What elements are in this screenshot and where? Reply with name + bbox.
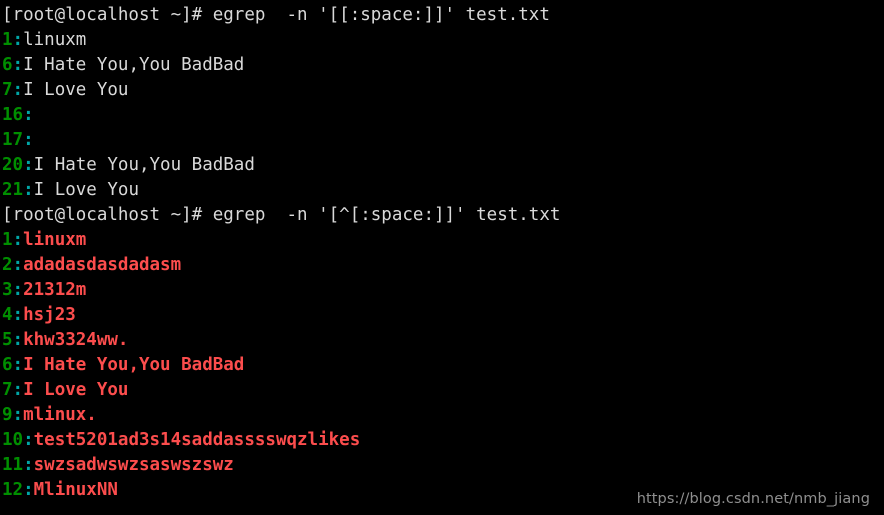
line-separator: : [23,105,34,125]
command-text: egrep -n '[^[:space:]]' test.txt [202,205,561,225]
output-row: 5:khw3324ww. [2,328,884,353]
line-separator: : [12,230,24,250]
output-row: 6:I Hate You,You BadBad [2,53,884,78]
shell-prompt: [root@localhost ~]# [2,205,203,225]
output-row: 2:adadasdasdadasm [2,253,884,278]
output-text: I Hate You,You BadBad [23,55,245,75]
line-number: 10 [2,430,24,450]
command-line: [root@localhost ~]# egrep -n '[^[:space:… [2,203,884,228]
line-number: 21 [2,180,24,200]
watermark-text: https://blog.csdn.net/nmb_jiang [636,491,870,507]
output-row: 20:I Hate You,You BadBad [2,153,884,178]
output-row: 9:mlinux. [2,403,884,428]
output-text-match: I Love You [23,380,129,400]
line-separator: : [12,330,24,350]
line-number: 20 [2,155,24,175]
line-separator: : [12,255,24,275]
line-separator: : [23,130,34,150]
output-text: I Hate You,You BadBad [33,155,255,175]
line-number: 4 [2,305,13,325]
output-row: 16: [2,103,884,128]
output-row: 6:I Hate You,You BadBad [2,353,884,378]
command-text: egrep -n '[[:space:]]' test.txt [202,5,550,25]
line-separator: : [12,305,24,325]
line-separator: : [12,30,24,50]
line-separator: : [12,405,24,425]
line-number: 16 [2,105,24,125]
output-text-match: hsj23 [23,305,76,325]
line-number: 2 [2,255,13,275]
output-row: 10:test5201ad3s14saddasssswqzlikes [2,428,884,453]
line-separator: : [23,455,34,475]
line-number: 12 [2,480,24,500]
output-row: 4:hsj23 [2,303,884,328]
output-row: 1:linuxm [2,228,884,253]
output-text-match: adadasdasdadasm [23,255,182,275]
output-row: 17: [2,128,884,153]
output-row: 1:linuxm [2,28,884,53]
line-separator: : [23,180,34,200]
line-number: 11 [2,455,24,475]
line-separator: : [12,355,24,375]
line-number: 9 [2,405,13,425]
output-text-match: test5201ad3s14saddasssswqzlikes [33,430,361,450]
line-separator: : [23,430,34,450]
line-separator: : [23,155,34,175]
line-separator: : [12,55,24,75]
output-row: 7:I Love You [2,378,884,403]
output-row: 21:I Love You [2,178,884,203]
output-text-match: linuxm [23,230,87,250]
output-text-match: I Hate You,You BadBad [23,355,245,375]
output-row: 3:21312m [2,278,884,303]
line-number: 1 [2,230,13,250]
output-text: I Love You [23,80,129,100]
output-text-match: 21312m [23,280,87,300]
output-row: 11:swzsadwswzsaswszswz [2,453,884,478]
output-text-match: mlinux. [23,405,97,425]
output-text-match: MlinuxNN [33,480,118,500]
line-number: 7 [2,380,13,400]
output-text-match: swzsadwswzsaswszswz [33,455,234,475]
line-number: 5 [2,330,13,350]
terminal-window[interactable]: [root@localhost ~]# egrep -n '[[:space:]… [0,0,884,515]
output-row: 7:I Love You [2,78,884,103]
line-separator: : [12,380,24,400]
line-number: 6 [2,355,13,375]
shell-prompt: [root@localhost ~]# [2,5,203,25]
line-separator: : [12,80,24,100]
line-number: 6 [2,55,13,75]
line-number: 1 [2,30,13,50]
output-text-match: khw3324ww. [23,330,129,350]
line-number: 17 [2,130,24,150]
line-number: 3 [2,280,13,300]
terminal-screen[interactable]: [root@localhost ~]# egrep -n '[[:space:]… [0,0,884,503]
output-text: linuxm [23,30,87,50]
line-separator: : [23,480,34,500]
command-line: [root@localhost ~]# egrep -n '[[:space:]… [2,3,884,28]
output-text: I Love You [33,180,139,200]
line-separator: : [12,280,24,300]
line-number: 7 [2,80,13,100]
